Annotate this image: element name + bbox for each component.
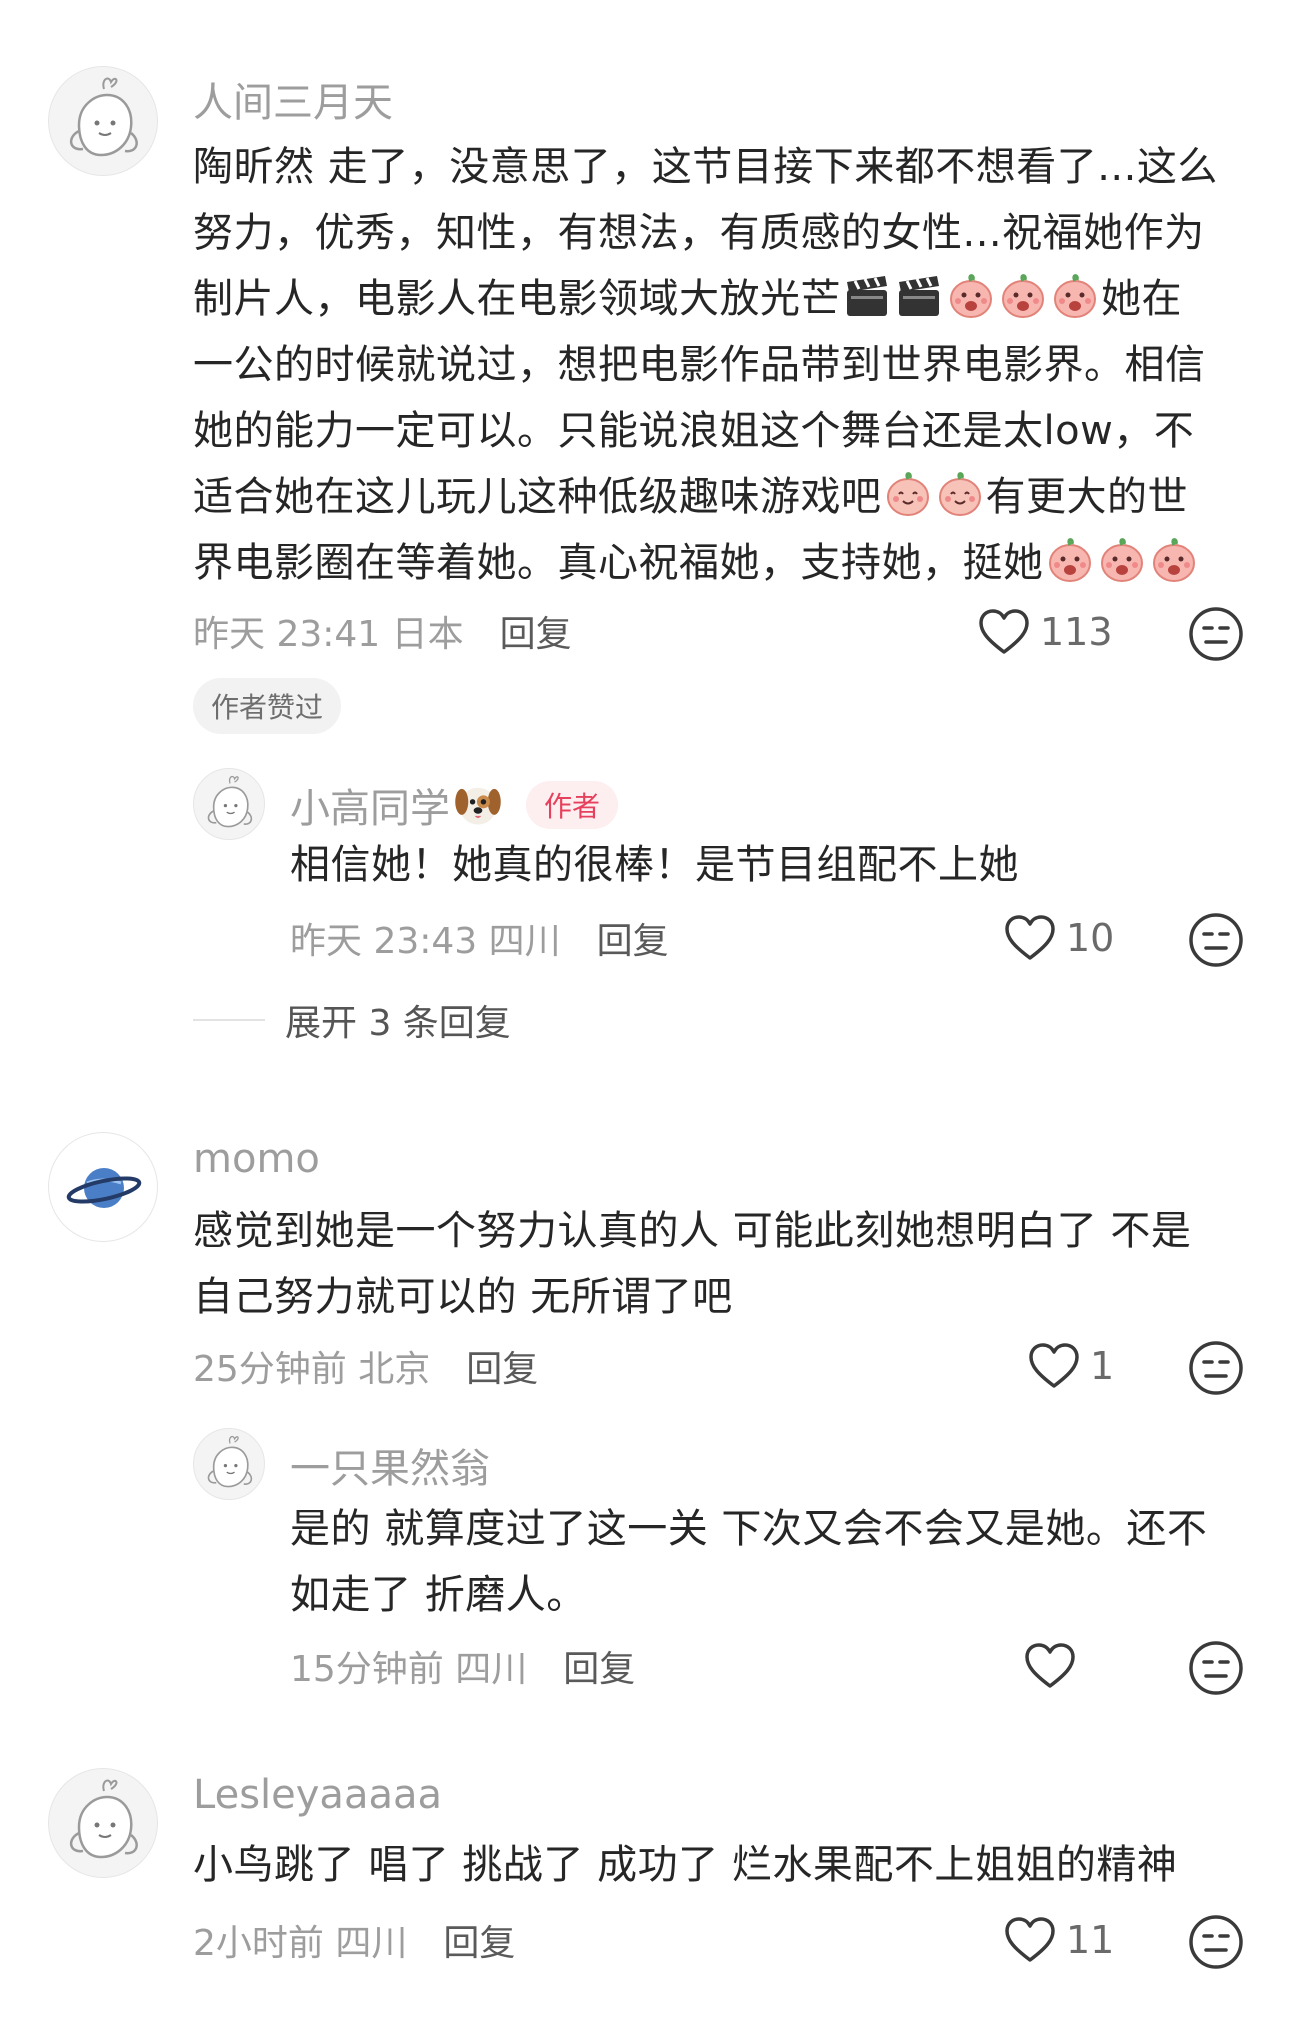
comment-line: 一公的时候就说过，想把电影作品带到世界电影界。相信 <box>193 342 1206 388</box>
comment-text: 感觉到她是一个努力认真的人 可能此刻她想明白了 不是 自己努力就可以的 无所谓了… <box>193 1198 1253 1330</box>
peach-shout-emoji-icon <box>1046 536 1094 584</box>
avatar[interactable] <box>193 1428 265 1500</box>
like-count: 11 <box>1066 1918 1115 1962</box>
reply-username[interactable]: 一只果然翁 <box>290 1436 490 1494</box>
peach-shout-emoji-icon <box>947 272 995 320</box>
avatar-doodle-icon <box>194 1429 265 1500</box>
comment-username[interactable]: 人间三月天 <box>193 70 393 128</box>
author-tag: 作者 <box>526 781 619 829</box>
comment-username[interactable]: momo <box>193 1136 320 1182</box>
comment-meta: 昨天 23:41 日本 回复 <box>193 605 572 657</box>
like-button[interactable]: 1 <box>1028 1342 1114 1390</box>
comment-line: 界电影圈在等着她。真心祝福她，支持她，挺她 <box>193 530 1253 596</box>
comment-text: 陶昕然 走了，没意思了，这节目接下来都不想看了...这么 努力，优秀，知性，有想… <box>193 134 1253 596</box>
comment-line-text: 界电影圈在等着她。真心祝福她，支持她，挺她 <box>193 540 1044 586</box>
comment-meta: 25分钟前 北京 回复 <box>193 1340 538 1392</box>
heart-outline-icon <box>1004 914 1056 962</box>
avatar[interactable] <box>48 1768 158 1878</box>
heart-outline-icon <box>978 608 1030 656</box>
neutral-face-icon[interactable] <box>1188 606 1244 662</box>
author-liked-badge: 作者赞过 <box>193 678 342 734</box>
heart-outline-icon <box>1004 1916 1056 1964</box>
reply-line: 是的 就算度过了这一关 下次又会不会又是她。还不 <box>290 1506 1208 1552</box>
neutral-face-icon[interactable] <box>1188 1340 1244 1396</box>
heart-outline-icon <box>1028 1342 1080 1390</box>
peach-smile-emoji-icon <box>936 470 984 518</box>
neutral-face-icon[interactable] <box>1188 1640 1244 1696</box>
avatar-doodle-icon <box>194 769 265 840</box>
planet-icon <box>49 1133 158 1242</box>
comment-line: 陶昕然 走了，没意思了，这节目接下来都不想看了...这么 <box>193 144 1218 190</box>
comment-username[interactable]: Lesleyaaaaa <box>193 1772 442 1818</box>
comment-line: 适合她在这儿玩儿这种低级趣味游戏吧 有更大的世 <box>193 464 1253 530</box>
reply-time-location: 15分钟前 四川 <box>290 1649 528 1690</box>
comment-time-location: 2小时前 四川 <box>193 1923 408 1964</box>
avatar[interactable] <box>48 1132 158 1242</box>
peach-shout-emoji-icon <box>1098 536 1146 584</box>
reply-meta: 15分钟前 四川 回复 <box>290 1640 635 1692</box>
comment-text: 小鸟跳了 唱了 挑战了 成功了 烂水果配不上姐姐的精神 <box>193 1832 1253 1898</box>
avatar[interactable] <box>193 768 265 840</box>
reply-button[interactable]: 回复 <box>466 1349 538 1390</box>
clapperboard-emoji-icon <box>895 272 943 320</box>
comment-line: 小鸟跳了 唱了 挑战了 成功了 烂水果配不上姐姐的精神 <box>193 1842 1178 1888</box>
like-button[interactable]: 113 <box>978 608 1113 656</box>
neutral-face-icon[interactable] <box>1188 912 1244 968</box>
comment-line: 她的能力一定可以。只能说浪姐这个舞台还是太low，不 <box>193 408 1195 454</box>
bottom-fade <box>0 1992 1290 2022</box>
comment-time-location: 昨天 23:41 日本 <box>193 614 464 655</box>
avatar-doodle-icon <box>49 1769 158 1878</box>
heart-outline-icon <box>1024 1642 1076 1690</box>
reply-button[interactable]: 回复 <box>563 1649 635 1690</box>
like-button[interactable]: 10 <box>1004 914 1114 962</box>
comment-line: 制片人，电影人在电影领域大放光芒 她在 <box>193 266 1253 332</box>
comment-line: 自己努力就可以的 无所谓了吧 <box>193 1274 733 1320</box>
reply-time-location: 昨天 23:43 四川 <box>290 921 561 962</box>
reply-button[interactable]: 回复 <box>597 921 669 962</box>
comment-line-text: 有更大的世 <box>985 474 1188 520</box>
avatar-doodle-icon <box>49 67 158 176</box>
reply-username-text: 小高同学 <box>290 786 450 832</box>
comment-line-text: 她在 <box>1101 276 1182 322</box>
comment-line: 努力，优秀，知性，有想法，有质感的女性...祝福她作为 <box>193 210 1205 256</box>
like-count: 113 <box>1040 610 1113 654</box>
expand-replies-button[interactable]: 展开 3 条回复 <box>193 994 511 1046</box>
clapperboard-emoji-icon <box>843 272 891 320</box>
like-count: 10 <box>1066 916 1115 960</box>
reply-line: 如走了 折磨人。 <box>290 1572 587 1618</box>
comment-meta: 2小时前 四川 回复 <box>193 1914 515 1966</box>
reply-button[interactable]: 回复 <box>500 614 572 655</box>
like-button[interactable] <box>1024 1642 1086 1690</box>
reply-text: 相信她！她真的很棒！是节目组配不上她 <box>290 842 1019 888</box>
avatar[interactable] <box>48 66 158 176</box>
peach-shout-emoji-icon <box>1150 536 1198 584</box>
peach-smile-emoji-icon <box>884 470 932 518</box>
peach-shout-emoji-icon <box>999 272 1047 320</box>
comment-list: 人间三月天 陶昕然 走了，没意思了，这节目接下来都不想看了...这么 努力，优秀… <box>0 0 1290 2022</box>
comment-line-text: 适合她在这儿玩儿这种低级趣味游戏吧 <box>193 474 882 520</box>
comment-line: 感觉到她是一个努力认真的人 可能此刻她想明白了 不是 <box>193 1208 1192 1254</box>
divider <box>193 1019 265 1021</box>
like-button[interactable]: 11 <box>1004 1916 1114 1964</box>
like-count: 1 <box>1090 1344 1115 1388</box>
dog-emoji-icon <box>452 778 504 830</box>
comment-line-text: 制片人，电影人在电影领域大放光芒 <box>193 276 841 322</box>
reply-username[interactable]: 小高同学 作者 <box>290 776 619 834</box>
expand-replies-label: 展开 3 条回复 <box>285 1003 511 1044</box>
comment-time-location: 25分钟前 北京 <box>193 1349 431 1390</box>
reply-meta: 昨天 23:43 四川 回复 <box>290 912 669 964</box>
neutral-face-icon[interactable] <box>1188 1914 1244 1970</box>
reply-text: 是的 就算度过了这一关 下次又会不会又是她。还不 如走了 折磨人。 <box>290 1496 1290 1628</box>
peach-shout-emoji-icon <box>1051 272 1099 320</box>
reply-button[interactable]: 回复 <box>443 1923 515 1964</box>
